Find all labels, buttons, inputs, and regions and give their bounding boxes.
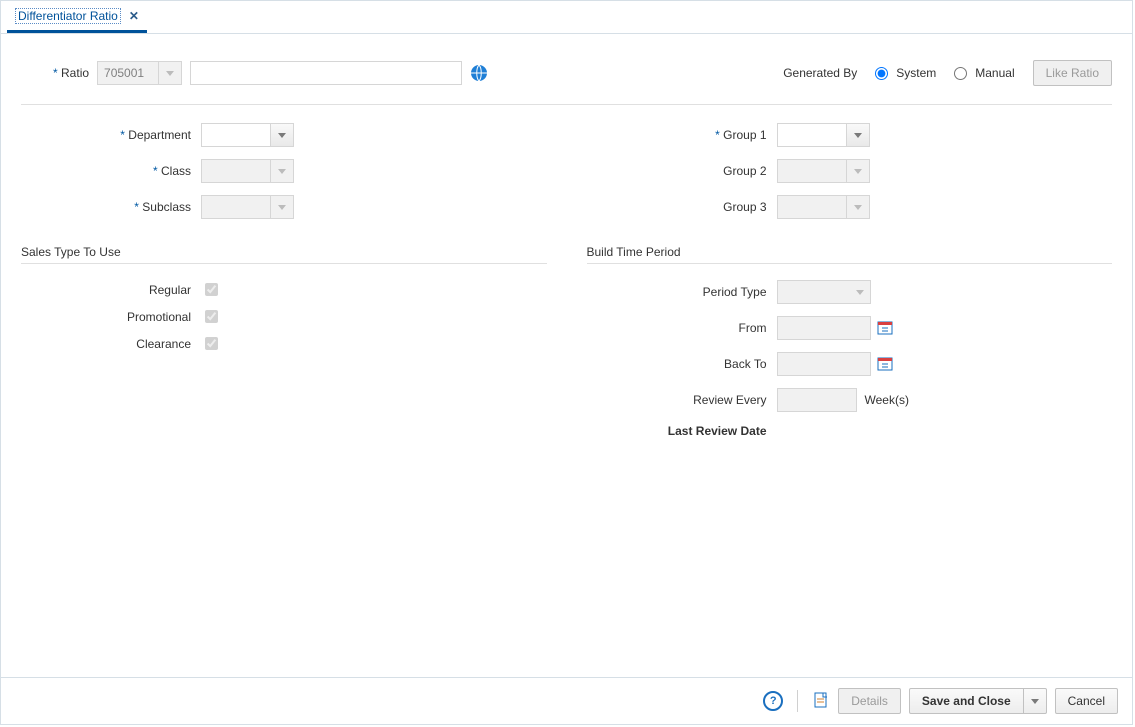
sales-type-section: Sales Type To Use Regular Promotional Cl… — [21, 231, 547, 450]
department-lov-button[interactable] — [271, 123, 294, 147]
from-label: From — [587, 321, 777, 335]
top-row: Ratio Generated By System — [21, 60, 1112, 104]
subclass-label: Subclass — [21, 200, 201, 214]
system-label: System — [896, 66, 936, 80]
class-lov-button — [271, 159, 294, 183]
content-area: Ratio Generated By System — [1, 34, 1132, 450]
generated-by-system-radio[interactable]: System — [875, 66, 936, 80]
subclass-input — [201, 195, 271, 219]
subclass-lov-button — [271, 195, 294, 219]
group1-lov[interactable] — [777, 123, 870, 147]
like-ratio-button: Like Ratio — [1033, 60, 1112, 86]
cancel-button[interactable]: Cancel — [1055, 688, 1118, 714]
last-review-date-label: Last Review Date — [587, 424, 777, 438]
department-label: Department — [21, 128, 201, 142]
review-every-label: Review Every — [587, 393, 777, 407]
lower-sections: Sales Type To Use Regular Promotional Cl… — [21, 231, 1112, 450]
classification-groups-row: Department Class Subclass — [21, 123, 1112, 231]
review-every-input — [777, 388, 857, 412]
clearance-label: Clearance — [21, 337, 201, 351]
period-type-select — [777, 280, 871, 304]
close-icon[interactable]: ✕ — [129, 9, 139, 23]
group3-label: Group 3 — [587, 200, 777, 214]
ratio-lov-button — [159, 61, 182, 85]
sales-type-title: Sales Type To Use — [21, 237, 547, 264]
tab-differentiator-ratio[interactable]: Differentiator Ratio ✕ — [7, 2, 147, 33]
group1-input[interactable] — [777, 123, 847, 147]
subclass-lov — [201, 195, 294, 219]
window-frame: Differentiator Ratio ✕ Ratio — [0, 0, 1133, 725]
chevron-down-icon — [854, 169, 862, 174]
group3-input — [777, 195, 847, 219]
ratio-description-input[interactable] — [190, 61, 462, 85]
translate-icon[interactable] — [470, 64, 488, 82]
group2-input — [777, 159, 847, 183]
promotional-checkbox — [205, 310, 218, 323]
save-and-close-button[interactable]: Save and Close — [909, 688, 1024, 714]
chevron-down-icon — [856, 290, 864, 295]
clearance-checkbox — [205, 337, 218, 350]
chevron-down-icon — [1031, 699, 1039, 704]
chevron-down-icon — [278, 205, 286, 210]
department-lov[interactable] — [201, 123, 294, 147]
save-dropdown-button[interactable] — [1024, 688, 1047, 714]
group3-lov — [777, 195, 870, 219]
group1-lov-button[interactable] — [847, 123, 870, 147]
generated-by-manual-radio[interactable]: Manual — [954, 66, 1014, 80]
build-time-title: Build Time Period — [587, 237, 1113, 264]
ratio-label: Ratio — [53, 66, 89, 80]
group2-lov-button — [847, 159, 870, 183]
footer-toolbar: ? Details Save and Close Cancel — [1, 677, 1132, 724]
period-type-label: Period Type — [587, 285, 777, 299]
groups-column: Group 1 Group 2 Group 3 — [587, 123, 1113, 231]
chevron-down-icon — [166, 71, 174, 76]
divider — [21, 104, 1112, 105]
chevron-down-icon — [854, 205, 862, 210]
chevron-down-icon — [854, 133, 862, 138]
ratio-input — [97, 61, 159, 85]
from-date-input — [777, 316, 871, 340]
separator — [797, 690, 798, 712]
notes-icon[interactable] — [812, 691, 830, 712]
class-lov — [201, 159, 294, 183]
classification-column: Department Class Subclass — [21, 123, 547, 231]
regular-checkbox — [205, 283, 218, 296]
back-to-label: Back To — [587, 357, 777, 371]
group2-label: Group 2 — [587, 164, 777, 178]
ratio-lov — [97, 61, 182, 85]
weeks-label: Week(s) — [865, 393, 909, 407]
group2-lov — [777, 159, 870, 183]
chevron-down-icon — [278, 133, 286, 138]
build-time-section: Build Time Period Period Type From — [587, 231, 1113, 450]
chevron-down-icon — [278, 169, 286, 174]
department-input[interactable] — [201, 123, 271, 147]
details-button: Details — [838, 688, 901, 714]
generated-by-label: Generated By — [783, 66, 857, 80]
class-label: Class — [21, 164, 201, 178]
help-icon[interactable]: ? — [763, 691, 783, 711]
group1-label: Group 1 — [587, 128, 777, 142]
tab-title: Differentiator Ratio — [15, 8, 121, 24]
regular-label: Regular — [21, 283, 201, 297]
manual-label: Manual — [975, 66, 1014, 80]
back-to-date-input — [777, 352, 871, 376]
save-and-close-splitbutton[interactable]: Save and Close — [909, 688, 1047, 714]
group3-lov-button — [847, 195, 870, 219]
calendar-icon[interactable] — [877, 356, 893, 372]
promotional-label: Promotional — [21, 310, 201, 324]
calendar-icon[interactable] — [877, 320, 893, 336]
tab-bar: Differentiator Ratio ✕ — [1, 1, 1132, 34]
class-input — [201, 159, 271, 183]
